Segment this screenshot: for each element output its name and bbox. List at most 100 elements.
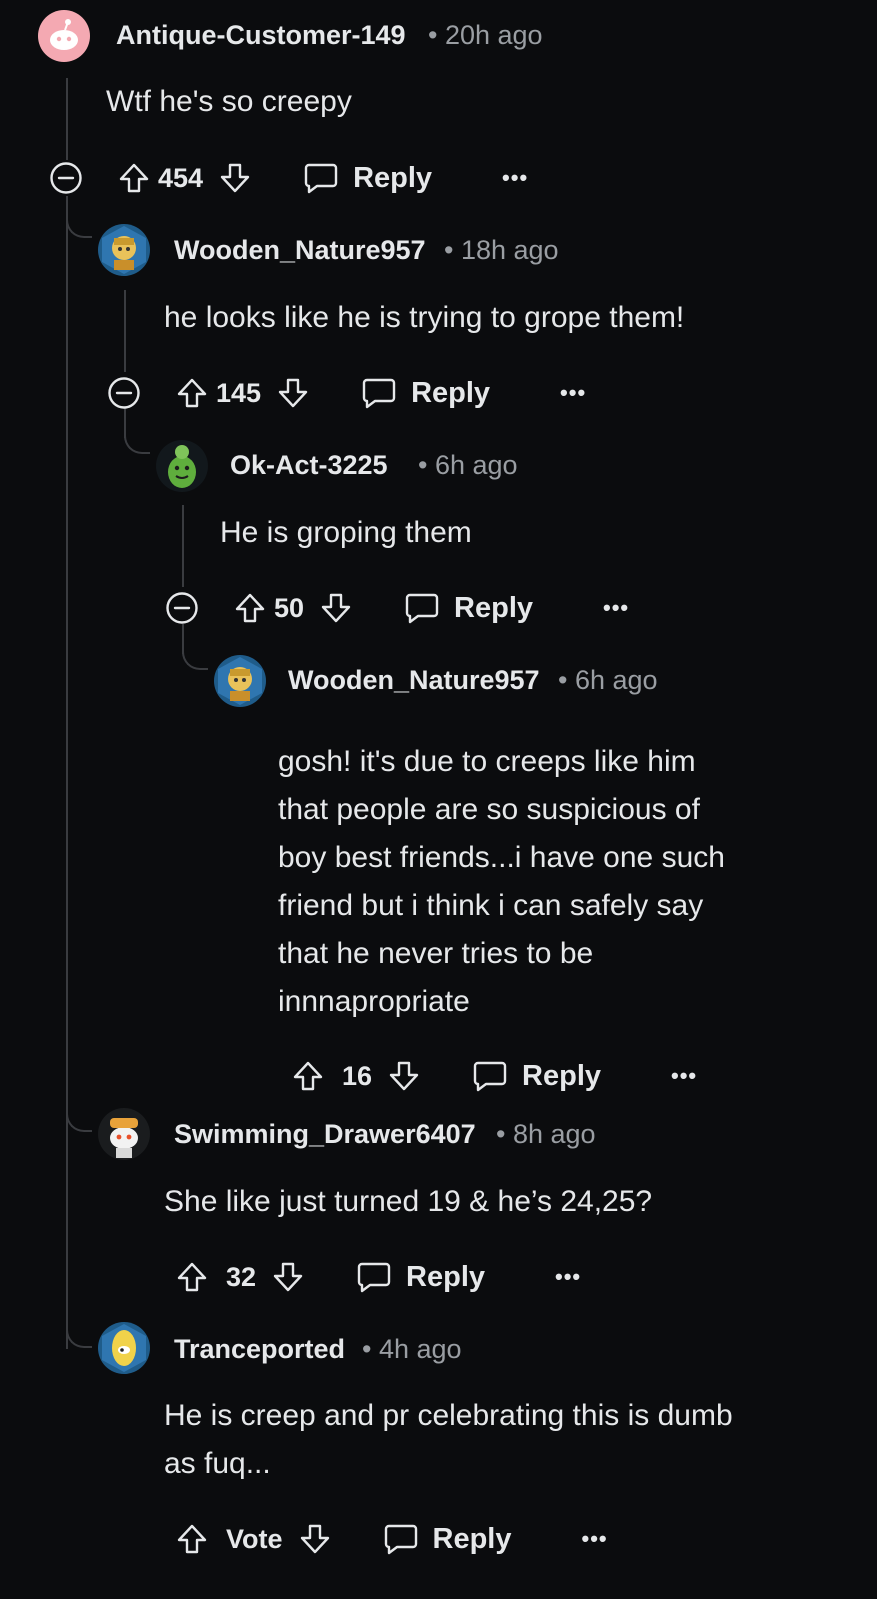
upvote-icon[interactable]: [176, 1261, 208, 1293]
comment-text: Wtf he's so creepy: [106, 85, 352, 118]
comment-text-line: friend but i think i can safely say: [278, 889, 704, 922]
vote-count: 50: [274, 592, 305, 623]
reply-button[interactable]: Reply: [361, 377, 490, 410]
reply-label: Reply: [432, 1522, 512, 1555]
comment-username[interactable]: Wooden_Nature957: [174, 235, 426, 266]
comment-timestamp: 6h ago: [574, 665, 658, 695]
reply-bubble-icon: [383, 1523, 419, 1555]
vote-count: 32: [226, 1261, 257, 1292]
avatar-icon[interactable]: [98, 1322, 150, 1374]
comment-text-line: He is creep and pr celebrating this is d…: [164, 1399, 733, 1432]
comment-text-line: as fuq...: [164, 1447, 271, 1480]
avatar-icon[interactable]: [98, 224, 150, 276]
comment-text-line: innnapropriate: [278, 985, 470, 1018]
thread-branch: [66, 1106, 92, 1132]
thread-branch: [182, 644, 208, 670]
vote-count: 16: [342, 1060, 373, 1091]
vote-count: 145: [216, 377, 262, 408]
comment-text: He is groping them: [220, 516, 472, 549]
separator-dot: •: [362, 1334, 372, 1364]
comment-meta: • 20h ago: [428, 20, 543, 51]
reply-button[interactable]: Reply: [356, 1261, 485, 1294]
reply-bubble-icon: [361, 377, 397, 409]
upvote-icon[interactable]: [118, 162, 150, 194]
comment-text: gosh! it's due to creeps like him that p…: [278, 738, 858, 1026]
comment-username[interactable]: Antique-Customer-149: [116, 20, 406, 51]
separator-dot: •: [444, 235, 454, 265]
comment-text-line: that he never tries to be: [278, 937, 594, 970]
separator-dot: •: [558, 665, 568, 695]
vote-count: 454: [158, 162, 204, 193]
downvote-icon[interactable]: [388, 1060, 420, 1092]
comment-meta: • 6h ago: [418, 450, 518, 481]
more-icon[interactable]: •••: [560, 380, 586, 406]
downvote-icon[interactable]: [320, 592, 352, 624]
comment-actions: 50 Reply •••: [164, 586, 629, 630]
reply-label: Reply: [411, 376, 491, 409]
more-icon[interactable]: •••: [671, 1063, 697, 1089]
thread-branch: [66, 212, 92, 238]
more-icon[interactable]: •••: [582, 1526, 608, 1552]
more-icon[interactable]: •••: [502, 165, 528, 191]
comment-text: He is creep and pr celebrating this is d…: [164, 1392, 864, 1488]
upvote-icon[interactable]: [176, 1523, 208, 1555]
comment-text: he looks like he is trying to grope them…: [164, 301, 685, 334]
comment-actions: 454 Reply •••: [48, 156, 528, 200]
reply-label: Reply: [353, 161, 433, 194]
comment-meta: • 6h ago: [558, 665, 658, 696]
comment-text-line: boy best friends...i have one such: [278, 841, 725, 874]
avatar-icon[interactable]: [98, 1108, 150, 1160]
separator-dot: •: [496, 1119, 506, 1149]
upvote-icon[interactable]: [234, 592, 266, 624]
collapse-icon[interactable]: [164, 591, 200, 625]
comment-actions: 32 Reply •••: [176, 1255, 581, 1299]
thread-branch: [124, 428, 150, 454]
avatar-icon[interactable]: [156, 440, 208, 492]
comment-meta: • 18h ago: [444, 235, 559, 266]
separator-dot: •: [428, 20, 438, 50]
thread-branch: [66, 1322, 92, 1348]
upvote-icon[interactable]: [176, 377, 208, 409]
collapse-icon[interactable]: [48, 161, 84, 195]
thread-line-level-2-comment: [182, 505, 184, 587]
comment-username[interactable]: Ok-Act-3225: [230, 450, 388, 481]
separator-dot: •: [418, 450, 428, 480]
upvote-icon[interactable]: [292, 1060, 324, 1092]
comment-actions: 145 Reply •••: [106, 371, 586, 415]
comment-text-line: gosh! it's due to creeps like him: [278, 745, 696, 778]
comment-username[interactable]: Tranceported: [174, 1334, 345, 1365]
more-icon[interactable]: •••: [555, 1264, 581, 1290]
comment-text-line: that people are so suspicious of: [278, 793, 700, 826]
reply-bubble-icon: [356, 1261, 392, 1293]
reply-bubble-icon: [303, 162, 339, 194]
comment-username[interactable]: Swimming_Drawer6407: [174, 1119, 476, 1150]
downvote-icon[interactable]: [277, 377, 309, 409]
thread-line-level-1-comment: [124, 290, 126, 372]
avatar-icon[interactable]: [38, 10, 90, 62]
comment-timestamp: 4h ago: [378, 1334, 462, 1364]
downvote-icon[interactable]: [219, 162, 251, 194]
comment-text: She like just turned 19 & he’s 24,25?: [164, 1185, 653, 1218]
reply-button[interactable]: Reply: [472, 1060, 601, 1093]
comment-meta: • 8h ago: [496, 1119, 596, 1150]
thread-line-level-0-comment: [66, 78, 68, 160]
reply-label: Reply: [406, 1260, 486, 1293]
reply-label: Reply: [522, 1059, 602, 1092]
reply-button[interactable]: Reply: [404, 592, 533, 625]
collapse-icon[interactable]: [106, 376, 142, 410]
downvote-icon[interactable]: [272, 1261, 304, 1293]
downvote-icon[interactable]: [299, 1523, 331, 1555]
reply-button[interactable]: Reply: [383, 1523, 512, 1556]
reply-bubble-icon: [404, 592, 440, 624]
comment-meta: • 4h ago: [362, 1334, 462, 1365]
comment-timestamp: 18h ago: [460, 235, 559, 265]
reply-label: Reply: [454, 591, 534, 624]
reply-bubble-icon: [472, 1060, 508, 1092]
comment-timestamp: 20h ago: [444, 20, 543, 50]
comment-timestamp: 8h ago: [512, 1119, 596, 1149]
vote-label: Vote: [226, 1523, 283, 1554]
more-icon[interactable]: •••: [603, 595, 629, 621]
comment-username[interactable]: Wooden_Nature957: [288, 665, 540, 696]
reply-button[interactable]: Reply: [303, 162, 432, 195]
avatar-icon[interactable]: [214, 655, 266, 707]
